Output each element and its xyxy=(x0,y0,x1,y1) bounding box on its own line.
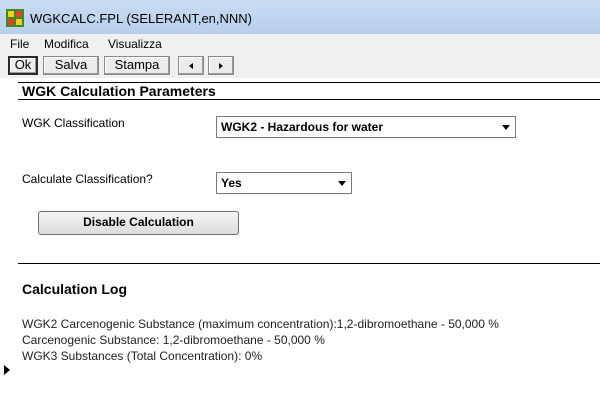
nav-next-button[interactable] xyxy=(208,56,234,75)
dropdown-arrow-icon xyxy=(502,125,510,130)
title-bar: WGKCALC.FPL (SELERANT,en,NNN) xyxy=(0,0,600,34)
log-line: WGK3 Substances (Total Concentration): 0… xyxy=(22,349,263,363)
classification-label: WGK Classification xyxy=(22,116,125,130)
log-line: WGK2 Carcenogenic Substance (maximum con… xyxy=(22,317,499,331)
calculate-label: Calculate Classification? xyxy=(22,172,153,186)
app-icon xyxy=(6,9,24,27)
params-heading: WGK Calculation Parameters xyxy=(22,83,216,99)
dropdown-arrow-icon xyxy=(338,181,346,186)
log-heading: Calculation Log xyxy=(22,281,127,297)
ok-button[interactable]: Ok xyxy=(8,56,38,75)
menu-bar: File Modifica Visualizza xyxy=(0,34,600,54)
calculate-value: Yes xyxy=(221,176,242,190)
toolbar: Ok Salva Stampa xyxy=(0,54,600,78)
nav-prev-icon xyxy=(189,63,193,69)
nav-next-icon xyxy=(219,63,223,69)
menu-file[interactable]: File xyxy=(10,37,29,51)
row-pointer-icon xyxy=(4,365,10,375)
print-button[interactable]: Stampa xyxy=(104,56,170,75)
log-line: Carcenogenic Substance: 1,2-dibromoethan… xyxy=(22,333,325,347)
menu-modifica[interactable]: Modifica xyxy=(44,37,89,51)
calculate-select[interactable]: Yes xyxy=(216,172,352,194)
save-button[interactable]: Salva xyxy=(43,56,99,75)
window-title: WGKCALC.FPL (SELERANT,en,NNN) xyxy=(30,11,253,26)
classification-select[interactable]: WGK2 - Hazardous for water xyxy=(216,116,516,138)
section-divider xyxy=(18,263,600,264)
nav-prev-button[interactable] xyxy=(178,56,204,75)
classification-value: WGK2 - Hazardous for water xyxy=(221,120,384,134)
menu-visualizza[interactable]: Visualizza xyxy=(108,37,162,51)
disable-calculation-button[interactable]: Disable Calculation xyxy=(38,211,239,235)
main-panel: WGK Calculation Parameters WGK Classific… xyxy=(0,78,600,403)
params-heading-divider xyxy=(18,99,600,100)
